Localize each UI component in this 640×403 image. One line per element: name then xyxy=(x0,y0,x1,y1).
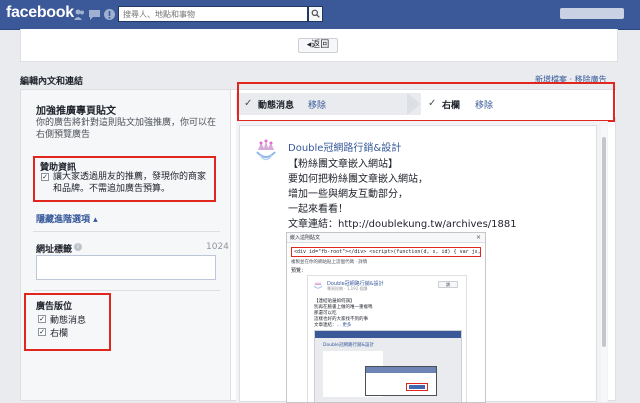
page-avatar-crown-icon[interactable] xyxy=(252,138,280,166)
hide-advanced-options-link[interactable]: 隱藏進階選項 ▴ xyxy=(36,212,98,225)
placement-right-column-label[interactable]: 右欄 xyxy=(50,326,68,339)
url-tag-input[interactable] xyxy=(36,255,216,280)
upper-panel: ◂返回 xyxy=(20,29,618,62)
mini-dialog xyxy=(365,366,437,396)
mini-dialog-button xyxy=(409,385,425,389)
preview-scrollbar-thumb[interactable] xyxy=(602,137,606,347)
post-image-embed-screenshot[interactable]: 嵌入這則貼文 × <div id="fb-root"></div> <scrip… xyxy=(286,232,486,403)
embed-preview-label: 預覽： xyxy=(291,268,307,274)
highlight-box-tabs xyxy=(237,82,615,122)
post-text-line: 要如何把粉絲團文章嵌入網站， xyxy=(288,174,428,185)
mini-dialog-header xyxy=(366,367,436,373)
search-icon xyxy=(311,9,320,18)
embedded-text-line: 文章連結：… 更多 xyxy=(314,322,351,328)
post-text-line: 一起來看看！ xyxy=(288,204,348,215)
sponsored-description: 讓大家透過朋友的推薦，發現你的商家和品牌。不需追加廣告預算。 xyxy=(53,172,207,194)
embedded-image: Double冠網路行銷&設計 xyxy=(314,330,462,402)
embedded-text: 文章連結： xyxy=(314,323,337,328)
post-preview: Double冠網路行銷&設計 【粉絲團文章嵌入網站】 要如何把粉絲團文章嵌入網站… xyxy=(239,125,597,403)
sponsored-checkbox[interactable]: ✓ xyxy=(41,173,49,181)
embedded-post: Double冠網路行銷&設計 專頁投稿 · 1,192 個讚 讚 【連結貼邊如何… xyxy=(307,275,467,402)
page-name-link[interactable]: Double冠網路行銷&設計 xyxy=(288,139,401,154)
mini-facebook-bar xyxy=(315,331,461,338)
boost-post-description: 你的廣告將針對這則貼文加強推廣，你可以在右側預覽廣告 xyxy=(36,118,217,140)
search-button[interactable] xyxy=(308,6,323,22)
placement-newsfeed-checkbox[interactable]: ✓ xyxy=(38,315,46,323)
search-input[interactable] xyxy=(119,7,297,21)
close-icon: × xyxy=(476,234,482,241)
messages-icon[interactable] xyxy=(88,8,101,21)
back-button[interactable]: ◂返回 xyxy=(298,38,338,53)
crown-icon xyxy=(313,281,323,289)
friend-requests-icon[interactable] xyxy=(73,8,86,21)
embedded-like-button: 讚 xyxy=(438,281,458,288)
embed-code-field: <div id="fb-root"></div> <script>(functi… xyxy=(291,247,481,257)
placement-title: 廣告版位 xyxy=(36,302,73,312)
url-tag-label: 網址標籤 xyxy=(36,245,73,255)
search-field[interactable] xyxy=(118,6,308,22)
placement-newsfeed-label[interactable]: 動態消息 xyxy=(50,313,86,326)
ad-preview-panel: ✓ 動態消息 移除 ✓ 右欄 移除 Double冠網路行銷&設計 【粉絲團文章嵌… xyxy=(231,82,616,403)
embed-hint: 複製並在你的網站貼上這個代碼 · 詳情 xyxy=(291,260,368,265)
post-text-line: 【粉絲團文章嵌入網站】 xyxy=(288,159,398,170)
profile-area[interactable] xyxy=(560,8,624,19)
placement-tab-bar: ✓ 動態消息 移除 ✓ 右欄 移除 xyxy=(231,82,616,122)
info-icon[interactable]: i xyxy=(74,243,82,251)
embedded-meta: 專頁投稿 · 1,192 個讚 xyxy=(327,286,368,291)
section-title: 編輯內文和連結 xyxy=(20,77,84,87)
top-navigation-bar: facebook xyxy=(0,0,640,30)
placement-right-column-checkbox[interactable]: ✓ xyxy=(38,328,46,336)
embedded-more-link: … 更多 xyxy=(336,323,352,328)
mini-page-name: Double冠網路行銷&設計 xyxy=(323,343,374,348)
boost-post-title: 加強推廣專頁貼文 xyxy=(36,106,116,117)
post-text-line: 增加一些與網友互動部分， xyxy=(288,189,408,200)
embed-dialog-title: 嵌入這則貼文 xyxy=(287,233,485,243)
divider xyxy=(33,290,220,291)
facebook-logo[interactable]: facebook xyxy=(6,4,74,22)
notifications-icon[interactable] xyxy=(103,8,116,21)
ad-settings-panel: 加強推廣專頁貼文 你的廣告將針對這則貼文加強推廣，你可以在右側預覽廣告 贊助資訊… xyxy=(20,89,231,401)
url-tag-char-count: 1024 xyxy=(206,242,229,252)
post-text-line: 文章連結：http://doublekung.tw/archives/1881 xyxy=(288,219,517,230)
divider xyxy=(33,231,220,232)
